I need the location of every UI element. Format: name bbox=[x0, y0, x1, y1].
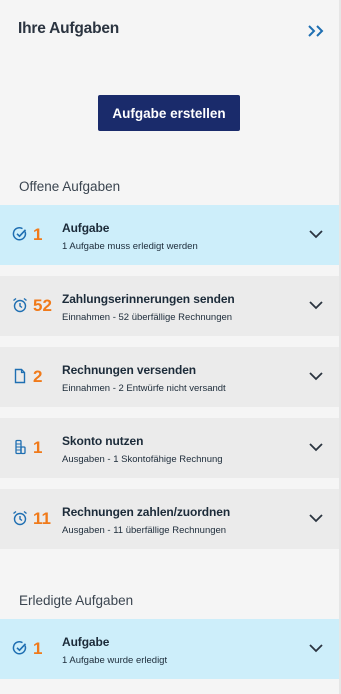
task-row-done-aufgabe[interactable]: 1 Aufgabe 1 Aufgabe wurde erledigt bbox=[0, 619, 339, 679]
alarm-clock-icon bbox=[13, 510, 27, 526]
double-chevron-right-icon bbox=[308, 25, 324, 37]
task-title: Aufgabe bbox=[62, 221, 110, 235]
task-row-zahlungserinnerungen[interactable]: 52 Zahlungserinnerungen senden Einnahmen… bbox=[0, 276, 339, 336]
task-row-rechnungen-zahlen[interactable]: 11 Rechnungen zahlen/zuordnen Ausgaben -… bbox=[0, 489, 339, 549]
task-row-open-aufgabe[interactable]: 1 Aufgabe 1 Aufgabe muss erledigt werden bbox=[0, 205, 339, 265]
task-title: Rechnungen zahlen/zuordnen bbox=[62, 505, 231, 519]
task-subtitle: 1 Aufgabe muss erledigt werden bbox=[62, 241, 198, 252]
create-task-button[interactable]: Aufgabe erstellen bbox=[98, 95, 240, 131]
chevron-down-icon[interactable] bbox=[309, 511, 323, 525]
task-row-rechnungen-versenden[interactable]: 2 Rechnungen versenden Einnahmen - 2 Ent… bbox=[0, 347, 339, 407]
task-count: 52 bbox=[33, 296, 52, 315]
chevron-down-icon[interactable] bbox=[309, 440, 323, 454]
chevron-down-icon[interactable] bbox=[309, 298, 323, 312]
task-count: 11 bbox=[33, 509, 51, 528]
task-count: 1 bbox=[33, 639, 43, 658]
task-count: 1 bbox=[33, 438, 43, 457]
panel-title: Ihre Aufgaben bbox=[18, 20, 120, 37]
document-icon bbox=[14, 368, 26, 384]
tasks-panel: Ihre Aufgaben Aufgabe erstellen Offene A… bbox=[0, 0, 341, 694]
collapse-panel-button[interactable] bbox=[305, 20, 327, 42]
task-subtitle: Einnahmen - 52 überfällige Rechnungen bbox=[62, 312, 233, 323]
task-row-skonto-nutzen[interactable]: 1 Skonto nutzen Ausgaben - 1 Skontofähig… bbox=[0, 418, 339, 478]
task-title: Skonto nutzen bbox=[62, 434, 144, 448]
task-count: 1 bbox=[33, 225, 43, 244]
task-subtitle: Einnahmen - 2 Entwürfe nicht versandt bbox=[62, 383, 226, 394]
task-title: Rechnungen versenden bbox=[62, 363, 197, 377]
chevron-down-icon[interactable] bbox=[309, 641, 323, 655]
done-tasks-heading: Erledigte Aufgaben bbox=[19, 593, 134, 608]
open-tasks-heading: Offene Aufgaben bbox=[19, 179, 121, 194]
task-count: 2 bbox=[33, 367, 43, 386]
check-circle-icon bbox=[12, 641, 27, 655]
panel-header: Ihre Aufgaben bbox=[18, 20, 329, 44]
check-circle-icon bbox=[12, 227, 27, 241]
task-subtitle: Ausgaben - 1 Skontofähige Rechnung bbox=[62, 454, 223, 465]
task-subtitle: Ausgaben - 11 überfällige Rechnungen bbox=[62, 525, 227, 536]
chevron-down-icon[interactable] bbox=[309, 369, 323, 383]
chevron-down-icon[interactable] bbox=[309, 227, 323, 241]
task-subtitle: 1 Aufgabe wurde erledigt bbox=[62, 655, 168, 666]
task-title: Zahlungserinnerungen senden bbox=[62, 292, 235, 306]
alarm-clock-icon bbox=[13, 297, 27, 313]
task-title: Aufgabe bbox=[62, 635, 110, 649]
coins-icon bbox=[15, 439, 26, 455]
